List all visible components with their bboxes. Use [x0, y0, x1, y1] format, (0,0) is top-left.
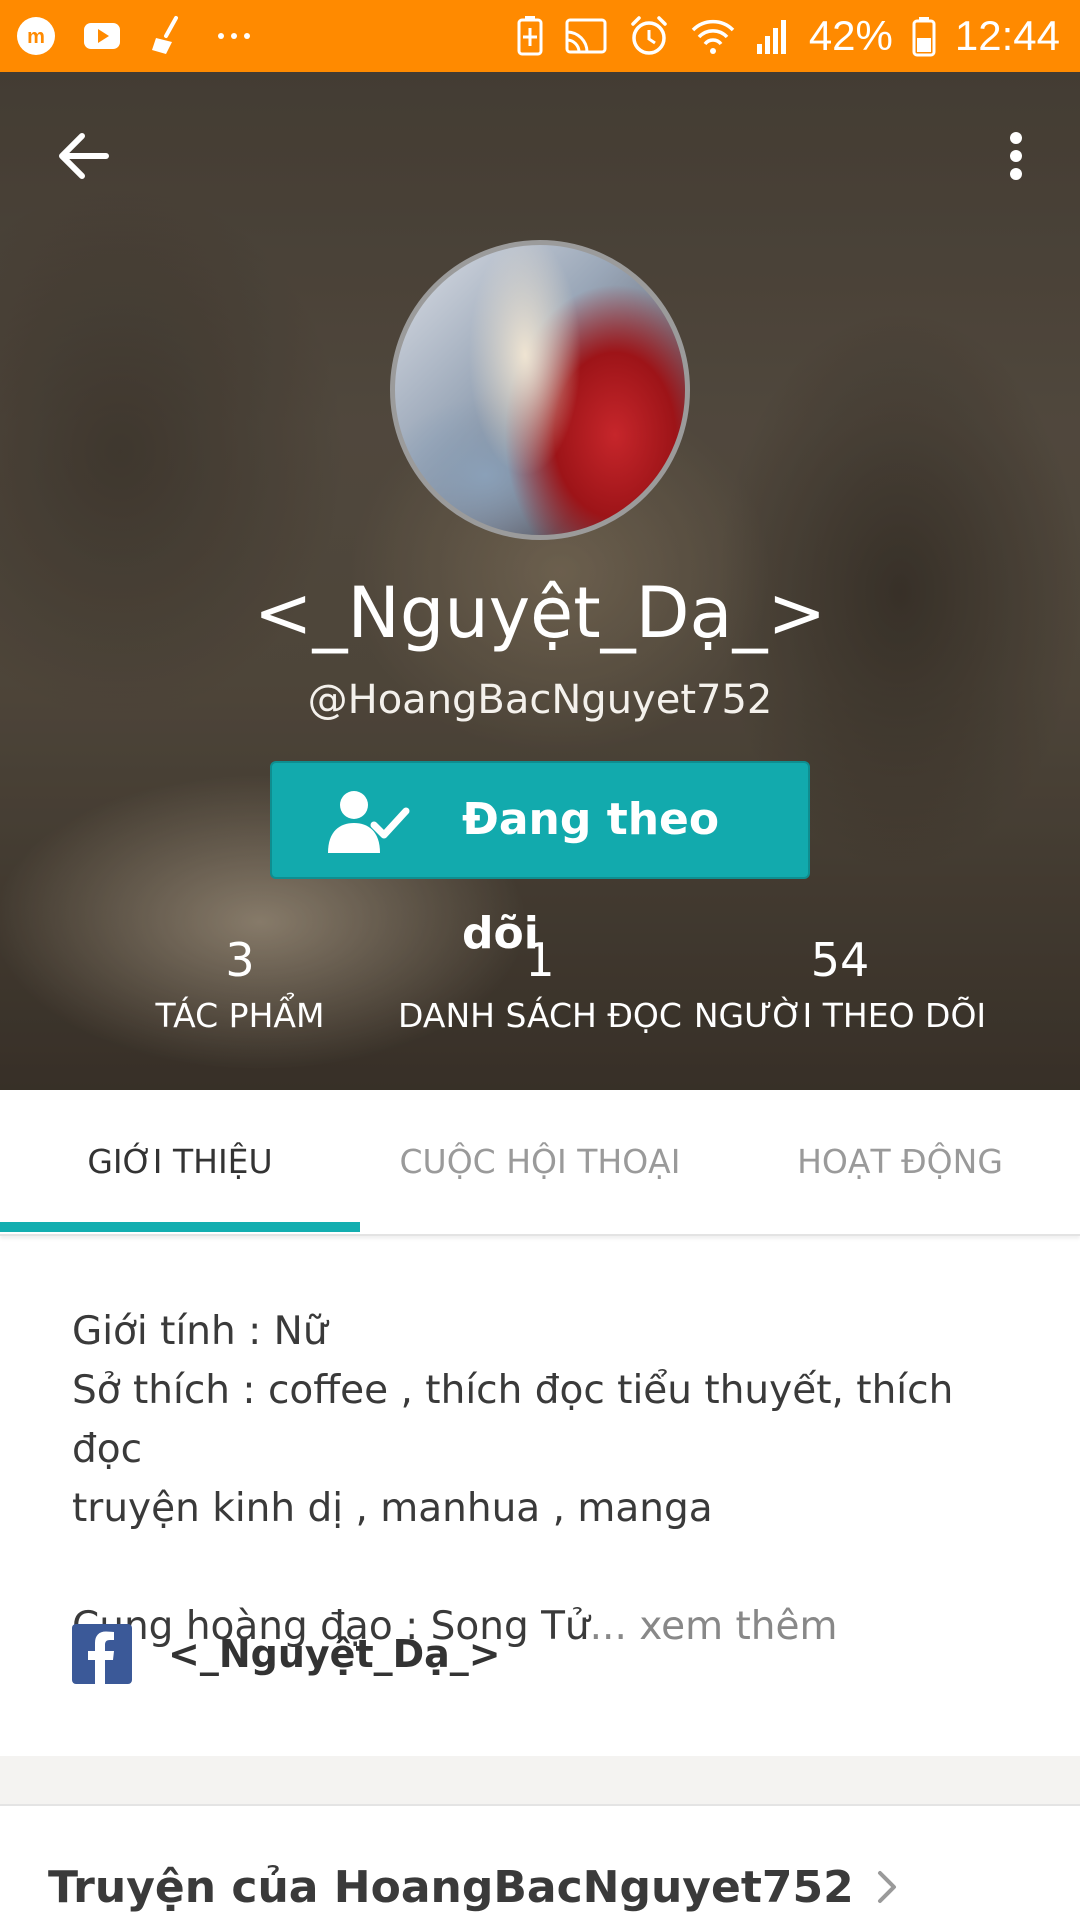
system-status: 42% 12:44: [515, 10, 1060, 62]
about-hobbies-cont: truyện kinh dị , manhua , manga: [72, 1486, 713, 1531]
alarm-icon: [627, 14, 671, 58]
stat-followers[interactable]: 54 NGƯỜI THEO DÕI: [690, 932, 990, 1038]
svg-text:m: m: [27, 26, 45, 48]
tab-about[interactable]: GIỚI THIỆU: [0, 1090, 360, 1232]
section-divider: [0, 1756, 1080, 1806]
stories-section-title: Truyện của HoangBacNguyet752: [48, 1861, 854, 1913]
profile-tabs: GIỚI THIỆU CUỘC HỘI THOẠI HOẠT ĐỘNG: [0, 1090, 1080, 1236]
status-bar: m 42% 12:44: [0, 0, 1080, 72]
stat-works-label: TÁC PHẨM: [155, 996, 325, 1035]
stat-followers-value: 54: [810, 933, 870, 987]
arrow-left-icon: [59, 133, 109, 179]
cast-icon: [563, 14, 609, 58]
about-gender: Giới tính : Nữ: [72, 1309, 328, 1354]
stat-works-value: 3: [225, 933, 255, 987]
tab-conversations[interactable]: CUỘC HỘI THOẠI: [360, 1090, 720, 1232]
following-button-label: Đang theo dõi: [462, 794, 720, 959]
stat-reading-lists-label: DANH SÁCH ĐỌC: [398, 996, 682, 1035]
about-text: Giới tính : Nữ Sở thích : coffee , thích…: [72, 1302, 1012, 1656]
facebook-link[interactable]: <_Nguyệt_Dạ_>: [72, 1624, 501, 1684]
more-vertical-icon: [1010, 132, 1022, 180]
facebook-icon: [72, 1624, 132, 1684]
youtube-icon: [80, 14, 124, 58]
battery-saver-icon: [515, 14, 545, 58]
notification-icons: m: [14, 14, 256, 58]
back-button[interactable]: [48, 120, 120, 192]
chevron-right-icon: [876, 1869, 898, 1905]
profile-username: @HoangBacNguyet752: [307, 677, 773, 723]
tab-activity[interactable]: HOẠT ĐỘNG: [720, 1090, 1080, 1232]
app-notification-icon: m: [14, 14, 58, 58]
facebook-name: <_Nguyệt_Dạ_>: [168, 1632, 501, 1676]
battery-icon: [911, 14, 937, 58]
battery-percent: 42%: [808, 12, 893, 59]
stat-reading-lists[interactable]: 1 DANH SÁCH ĐỌC: [390, 932, 690, 1038]
signal-icon: [755, 14, 791, 58]
active-tab-indicator: [0, 1222, 360, 1232]
user-check-icon: [328, 791, 410, 853]
more-notifications-icon: [212, 14, 256, 58]
wifi-icon: [689, 14, 737, 58]
more-options-button[interactable]: [988, 120, 1044, 192]
avatar[interactable]: [390, 240, 690, 540]
profile-header: <_Nguyệt_Dạ_> @HoangBacNguyet752 Đang th…: [0, 72, 1080, 1090]
see-more-link[interactable]: ... xem thêm: [590, 1604, 838, 1649]
profile-display-name: <_Nguyệt_Dạ_>: [253, 572, 827, 654]
following-button[interactable]: Đang theo dõi: [270, 761, 810, 959]
stories-section-header[interactable]: Truyện của HoangBacNguyet752: [48, 1852, 898, 1920]
broom-icon: [146, 14, 190, 58]
clock: 12:44: [954, 12, 1060, 59]
profile-screen: m 42% 12:44 <_Nguyệt_Dạ_> @HoangBacNguye…: [0, 0, 1080, 1920]
stat-reading-lists-value: 1: [525, 933, 555, 987]
stat-works[interactable]: 3 TÁC PHẨM: [90, 932, 390, 1038]
about-hobbies: Sở thích : coffee , thích đọc tiểu thuyế…: [72, 1368, 954, 1472]
stat-followers-label: NGƯỜI THEO DÕI: [693, 996, 987, 1035]
